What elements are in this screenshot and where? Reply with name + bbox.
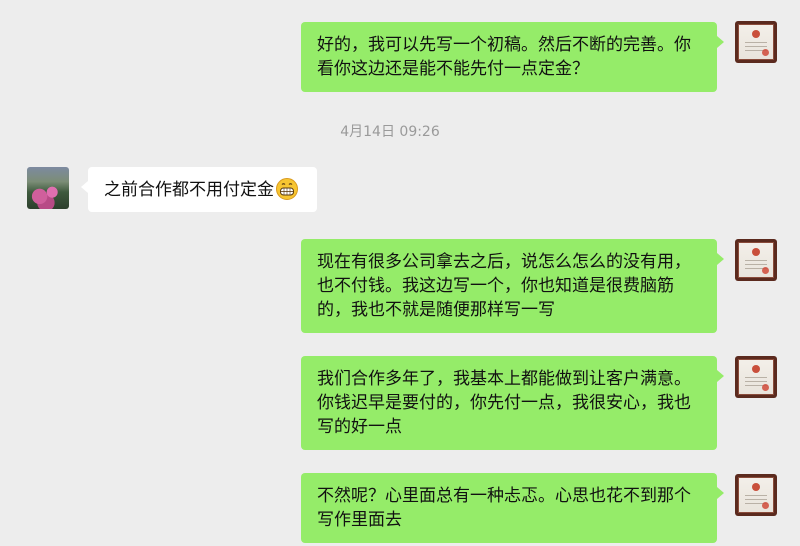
message-text: 好的，我可以先写一个初稿。然后不断的完善。你看你这边还是能不能先付一点定金？ [317, 35, 691, 79]
message-bubble-sent[interactable]: 不然呢？心里面总有一种忐忑。心思也花不到那个写作里面去 [301, 473, 724, 543]
certificate-image [738, 359, 774, 395]
certificate-image [738, 242, 774, 278]
seal-mark [762, 49, 769, 56]
message-text: 不然呢？心里面总有一种忐忑。心思也花不到那个写作里面去 [317, 486, 691, 530]
message-text: 之前合作都不用付定金 [104, 180, 274, 200]
message-bubble-sent[interactable]: 我们合作多年了，我基本上都能做到让客户满意。你钱迟早是要付的，你先付一点，我很安… [301, 356, 724, 450]
timestamp-divider: 4月14日 09:26 [0, 122, 800, 142]
message-bubble-received[interactable]: 之前合作都不用付定金 [81, 167, 317, 212]
chat-window: 好的，我可以先写一个初稿。然后不断的完善。你看你这边还是能不能先付一点定金？ 4… [0, 0, 800, 546]
my-avatar[interactable] [735, 21, 777, 63]
message-text: 现在有很多公司拿去之后，说怎么怎么的没有用，也不付钱。我这边写一个，你也知道是很… [317, 252, 691, 320]
contact-avatar[interactable] [27, 167, 69, 209]
my-avatar[interactable] [735, 356, 777, 398]
my-avatar[interactable] [735, 474, 777, 516]
certificate-image [738, 24, 774, 60]
grinning-face-icon [276, 178, 298, 200]
my-avatar[interactable] [735, 239, 777, 281]
message-bubble-sent[interactable]: 现在有很多公司拿去之后，说怎么怎么的没有用，也不付钱。我这边写一个，你也知道是很… [301, 239, 724, 333]
seal-mark [762, 502, 769, 509]
message-bubble-sent[interactable]: 好的，我可以先写一个初稿。然后不断的完善。你看你这边还是能不能先付一点定金？ [301, 22, 724, 92]
seal-mark [762, 384, 769, 391]
timestamp-text: 4月14日 09:26 [340, 124, 440, 140]
certificate-image [738, 477, 774, 513]
message-text: 我们合作多年了，我基本上都能做到让客户满意。你钱迟早是要付的，你先付一点，我很安… [317, 369, 691, 437]
seal-mark [762, 267, 769, 274]
